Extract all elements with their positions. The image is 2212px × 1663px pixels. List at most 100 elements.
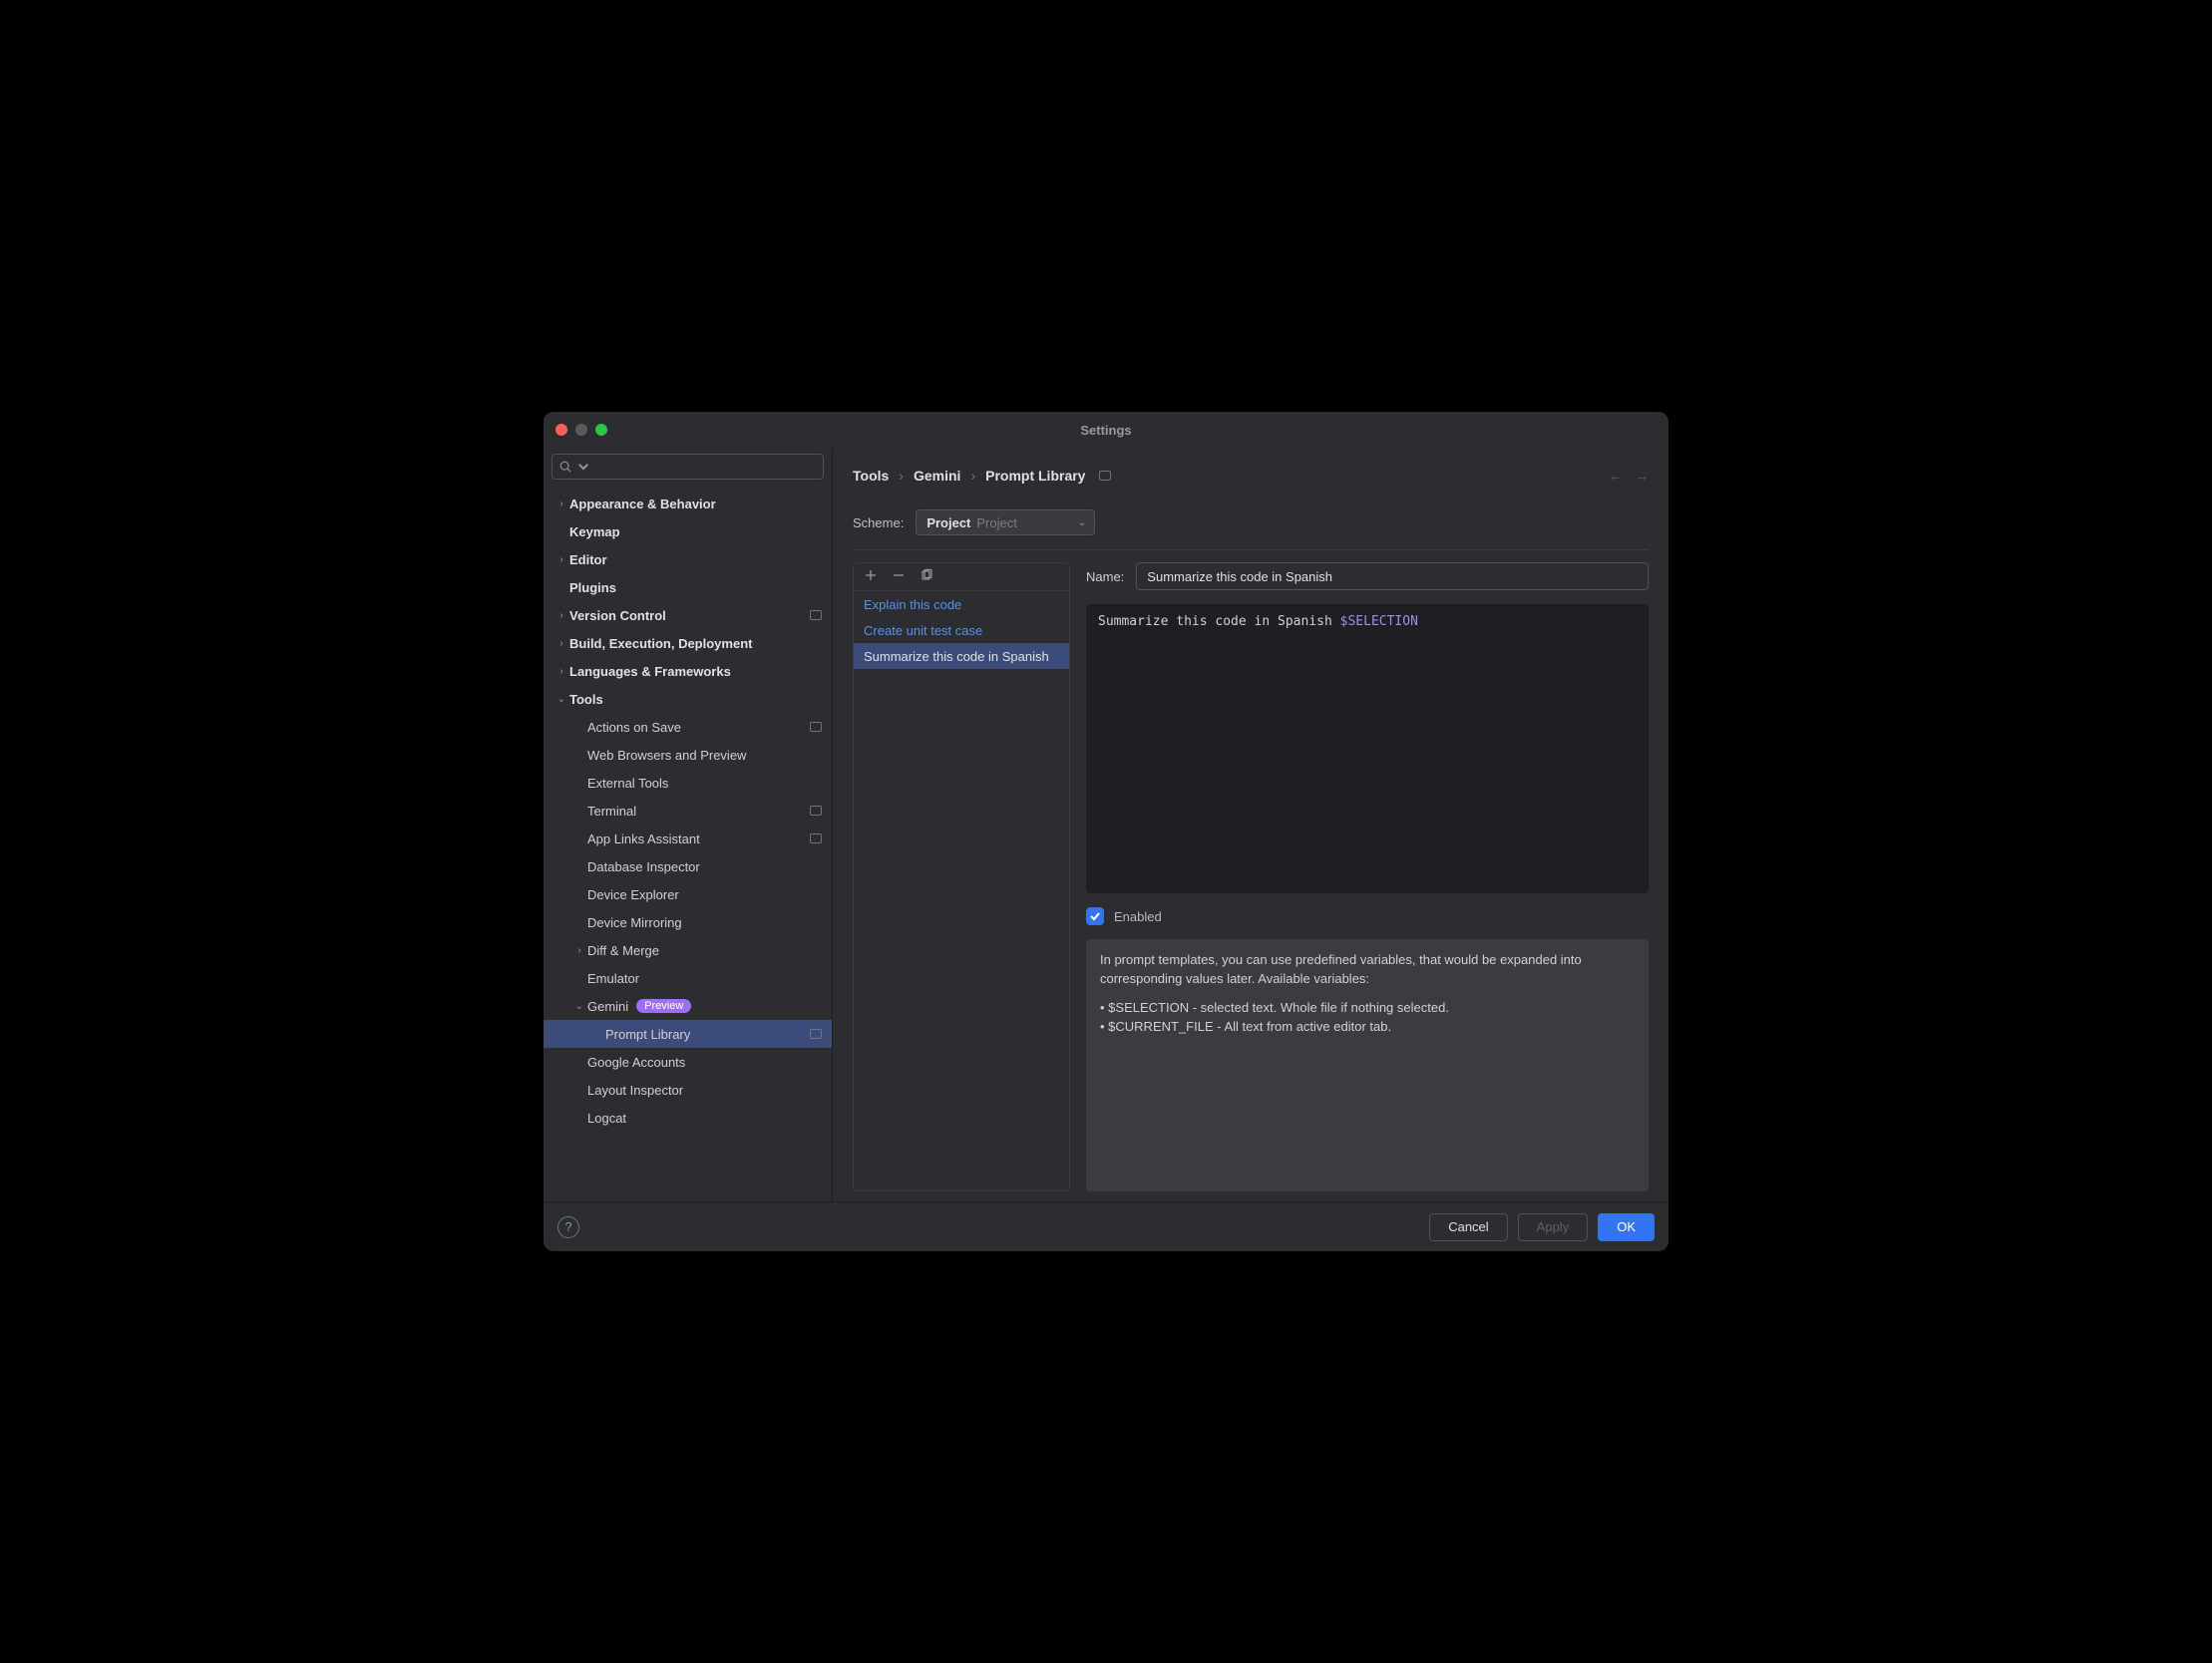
enabled-checkbox[interactable] bbox=[1086, 907, 1104, 925]
sidebar-item-label: Tools bbox=[569, 692, 603, 707]
window-title: Settings bbox=[544, 423, 1668, 438]
settings-sidebar: ›Appearance & BehaviorKeymap›EditorPlugi… bbox=[544, 448, 833, 1201]
preview-badge: Preview bbox=[636, 999, 691, 1013]
close-window-button[interactable] bbox=[555, 424, 567, 436]
sidebar-item-label: Device Mirroring bbox=[587, 915, 682, 930]
sidebar-item-editor[interactable]: ›Editor bbox=[544, 545, 832, 573]
search-icon bbox=[558, 460, 572, 474]
search-input[interactable] bbox=[552, 454, 824, 480]
sidebar-item-label: Languages & Frameworks bbox=[569, 664, 731, 679]
prompt-list-item[interactable]: Explain this code bbox=[854, 591, 1069, 617]
sidebar-item-label: Gemini bbox=[587, 999, 628, 1014]
sidebar-item-diff-merge[interactable]: ›Diff & Merge bbox=[544, 936, 832, 964]
project-scope-icon bbox=[810, 1029, 822, 1039]
sidebar-item-label: Database Inspector bbox=[587, 859, 700, 874]
sidebar-item-database-inspector[interactable]: Database Inspector bbox=[544, 852, 832, 880]
sidebar-item-prompt-library[interactable]: Prompt Library bbox=[544, 1020, 832, 1048]
project-scope-icon bbox=[1099, 471, 1111, 481]
prompt-list-item[interactable]: Create unit test case bbox=[854, 617, 1069, 643]
cancel-button[interactable]: Cancel bbox=[1429, 1213, 1507, 1241]
chevron-down-icon: ⌄ bbox=[1078, 517, 1086, 528]
nav-forward-icon[interactable]: → bbox=[1635, 468, 1649, 484]
sidebar-item-label: External Tools bbox=[587, 776, 668, 791]
help-bullet: • $CURRENT_FILE - All text from active e… bbox=[1100, 1018, 1635, 1037]
project-scope-icon bbox=[810, 722, 822, 732]
sidebar-item-keymap[interactable]: Keymap bbox=[544, 517, 832, 545]
sidebar-item-build-execution-deployment[interactable]: ›Build, Execution, Deployment bbox=[544, 629, 832, 657]
breadcrumb-part: Tools bbox=[853, 468, 889, 484]
sidebar-item-device-explorer[interactable]: Device Explorer bbox=[544, 880, 832, 908]
help-button[interactable]: ? bbox=[557, 1216, 579, 1238]
zoom-window-button[interactable] bbox=[595, 424, 607, 436]
sidebar-item-app-links-assistant[interactable]: App Links Assistant bbox=[544, 825, 832, 852]
sidebar-item-web-browsers-and-preview[interactable]: Web Browsers and Preview bbox=[544, 741, 832, 769]
sidebar-item-label: Keymap bbox=[569, 524, 620, 539]
sidebar-item-label: Device Explorer bbox=[587, 887, 679, 902]
sidebar-item-google-accounts[interactable]: Google Accounts bbox=[544, 1048, 832, 1076]
sidebar-item-logcat[interactable]: Logcat bbox=[544, 1104, 832, 1132]
sidebar-item-tools[interactable]: ⌄Tools bbox=[544, 685, 832, 713]
sidebar-item-label: Emulator bbox=[587, 971, 639, 986]
sidebar-item-label: Appearance & Behavior bbox=[569, 497, 716, 511]
minimize-window-button[interactable] bbox=[575, 424, 587, 436]
chevron-down-icon: ⌄ bbox=[571, 1001, 587, 1012]
prompt-text-editor[interactable]: Summarize this code in Spanish $SELECTIO… bbox=[1086, 604, 1649, 893]
enabled-label: Enabled bbox=[1114, 909, 1162, 924]
sidebar-item-label: Actions on Save bbox=[587, 720, 681, 735]
prompt-list-panel: Explain this codeCreate unit test caseSu… bbox=[853, 562, 1070, 1191]
breadcrumb-part: Gemini bbox=[914, 468, 960, 484]
sidebar-item-label: Build, Execution, Deployment bbox=[569, 636, 752, 651]
settings-tree[interactable]: ›Appearance & BehaviorKeymap›EditorPlugi… bbox=[544, 486, 832, 1201]
sidebar-item-label: Logcat bbox=[587, 1111, 626, 1126]
sidebar-item-layout-inspector[interactable]: Layout Inspector bbox=[544, 1076, 832, 1104]
breadcrumb-part: Prompt Library bbox=[985, 468, 1085, 484]
dialog-footer: ? Cancel Apply OK bbox=[544, 1201, 1668, 1251]
help-bullet: • $SELECTION - selected text. Whole file… bbox=[1100, 999, 1635, 1018]
prompt-list[interactable]: Explain this codeCreate unit test caseSu… bbox=[854, 591, 1069, 1190]
sidebar-item-label: App Links Assistant bbox=[587, 832, 700, 846]
sidebar-item-plugins[interactable]: Plugins bbox=[544, 573, 832, 601]
chevron-down-icon: ⌄ bbox=[553, 694, 569, 705]
sidebar-item-external-tools[interactable]: External Tools bbox=[544, 769, 832, 797]
prompt-name-input[interactable] bbox=[1136, 562, 1649, 590]
sidebar-item-version-control[interactable]: ›Version Control bbox=[544, 601, 832, 629]
sidebar-item-terminal[interactable]: Terminal bbox=[544, 797, 832, 825]
sidebar-item-actions-on-save[interactable]: Actions on Save bbox=[544, 713, 832, 741]
sidebar-item-device-mirroring[interactable]: Device Mirroring bbox=[544, 908, 832, 936]
sidebar-item-gemini[interactable]: ⌄Gemini Preview bbox=[544, 992, 832, 1020]
chevron-right-icon: › bbox=[553, 554, 569, 565]
settings-window: Settings ›Appearance & BehaviorKeymap›Ed… bbox=[544, 412, 1668, 1251]
chevron-right-icon: › bbox=[553, 610, 569, 621]
ok-button[interactable]: OK bbox=[1598, 1213, 1655, 1241]
breadcrumb: Tools › Gemini › Prompt Library ← → bbox=[853, 464, 1649, 488]
main-panel: Tools › Gemini › Prompt Library ← → Sche… bbox=[833, 448, 1668, 1201]
help-text: In prompt templates, you can use predefi… bbox=[1086, 939, 1649, 1191]
sidebar-item-label: Prompt Library bbox=[605, 1027, 690, 1042]
scheme-select[interactable]: Project Project ⌄ bbox=[916, 509, 1095, 535]
nav-back-icon[interactable]: ← bbox=[1609, 468, 1623, 484]
traffic-lights bbox=[555, 424, 607, 436]
project-scope-icon bbox=[810, 806, 822, 816]
remove-prompt-button[interactable] bbox=[892, 568, 906, 585]
help-intro: In prompt templates, you can use predefi… bbox=[1100, 951, 1635, 989]
prompt-variable: $SELECTION bbox=[1340, 614, 1418, 629]
chevron-right-icon: › bbox=[553, 638, 569, 649]
scheme-label: Scheme: bbox=[853, 515, 904, 530]
sidebar-item-label: Editor bbox=[569, 552, 607, 567]
add-prompt-button[interactable] bbox=[864, 568, 878, 585]
prompt-list-item[interactable]: Summarize this code in Spanish bbox=[854, 643, 1069, 669]
sidebar-item-label: Web Browsers and Preview bbox=[587, 748, 746, 763]
sidebar-item-appearance-behavior[interactable]: ›Appearance & Behavior bbox=[544, 490, 832, 517]
list-toolbar bbox=[854, 563, 1069, 591]
sidebar-item-label: Diff & Merge bbox=[587, 943, 659, 958]
sidebar-item-label: Google Accounts bbox=[587, 1055, 685, 1070]
chevron-right-icon: › bbox=[571, 945, 587, 956]
sidebar-item-emulator[interactable]: Emulator bbox=[544, 964, 832, 992]
sidebar-item-languages-frameworks[interactable]: ›Languages & Frameworks bbox=[544, 657, 832, 685]
chevron-right-icon: › bbox=[553, 666, 569, 677]
apply-button[interactable]: Apply bbox=[1518, 1213, 1589, 1241]
project-scope-icon bbox=[810, 610, 822, 620]
copy-prompt-button[interactable] bbox=[920, 568, 933, 585]
sidebar-item-label: Plugins bbox=[569, 580, 616, 595]
scheme-value-secondary: Project bbox=[976, 515, 1016, 530]
